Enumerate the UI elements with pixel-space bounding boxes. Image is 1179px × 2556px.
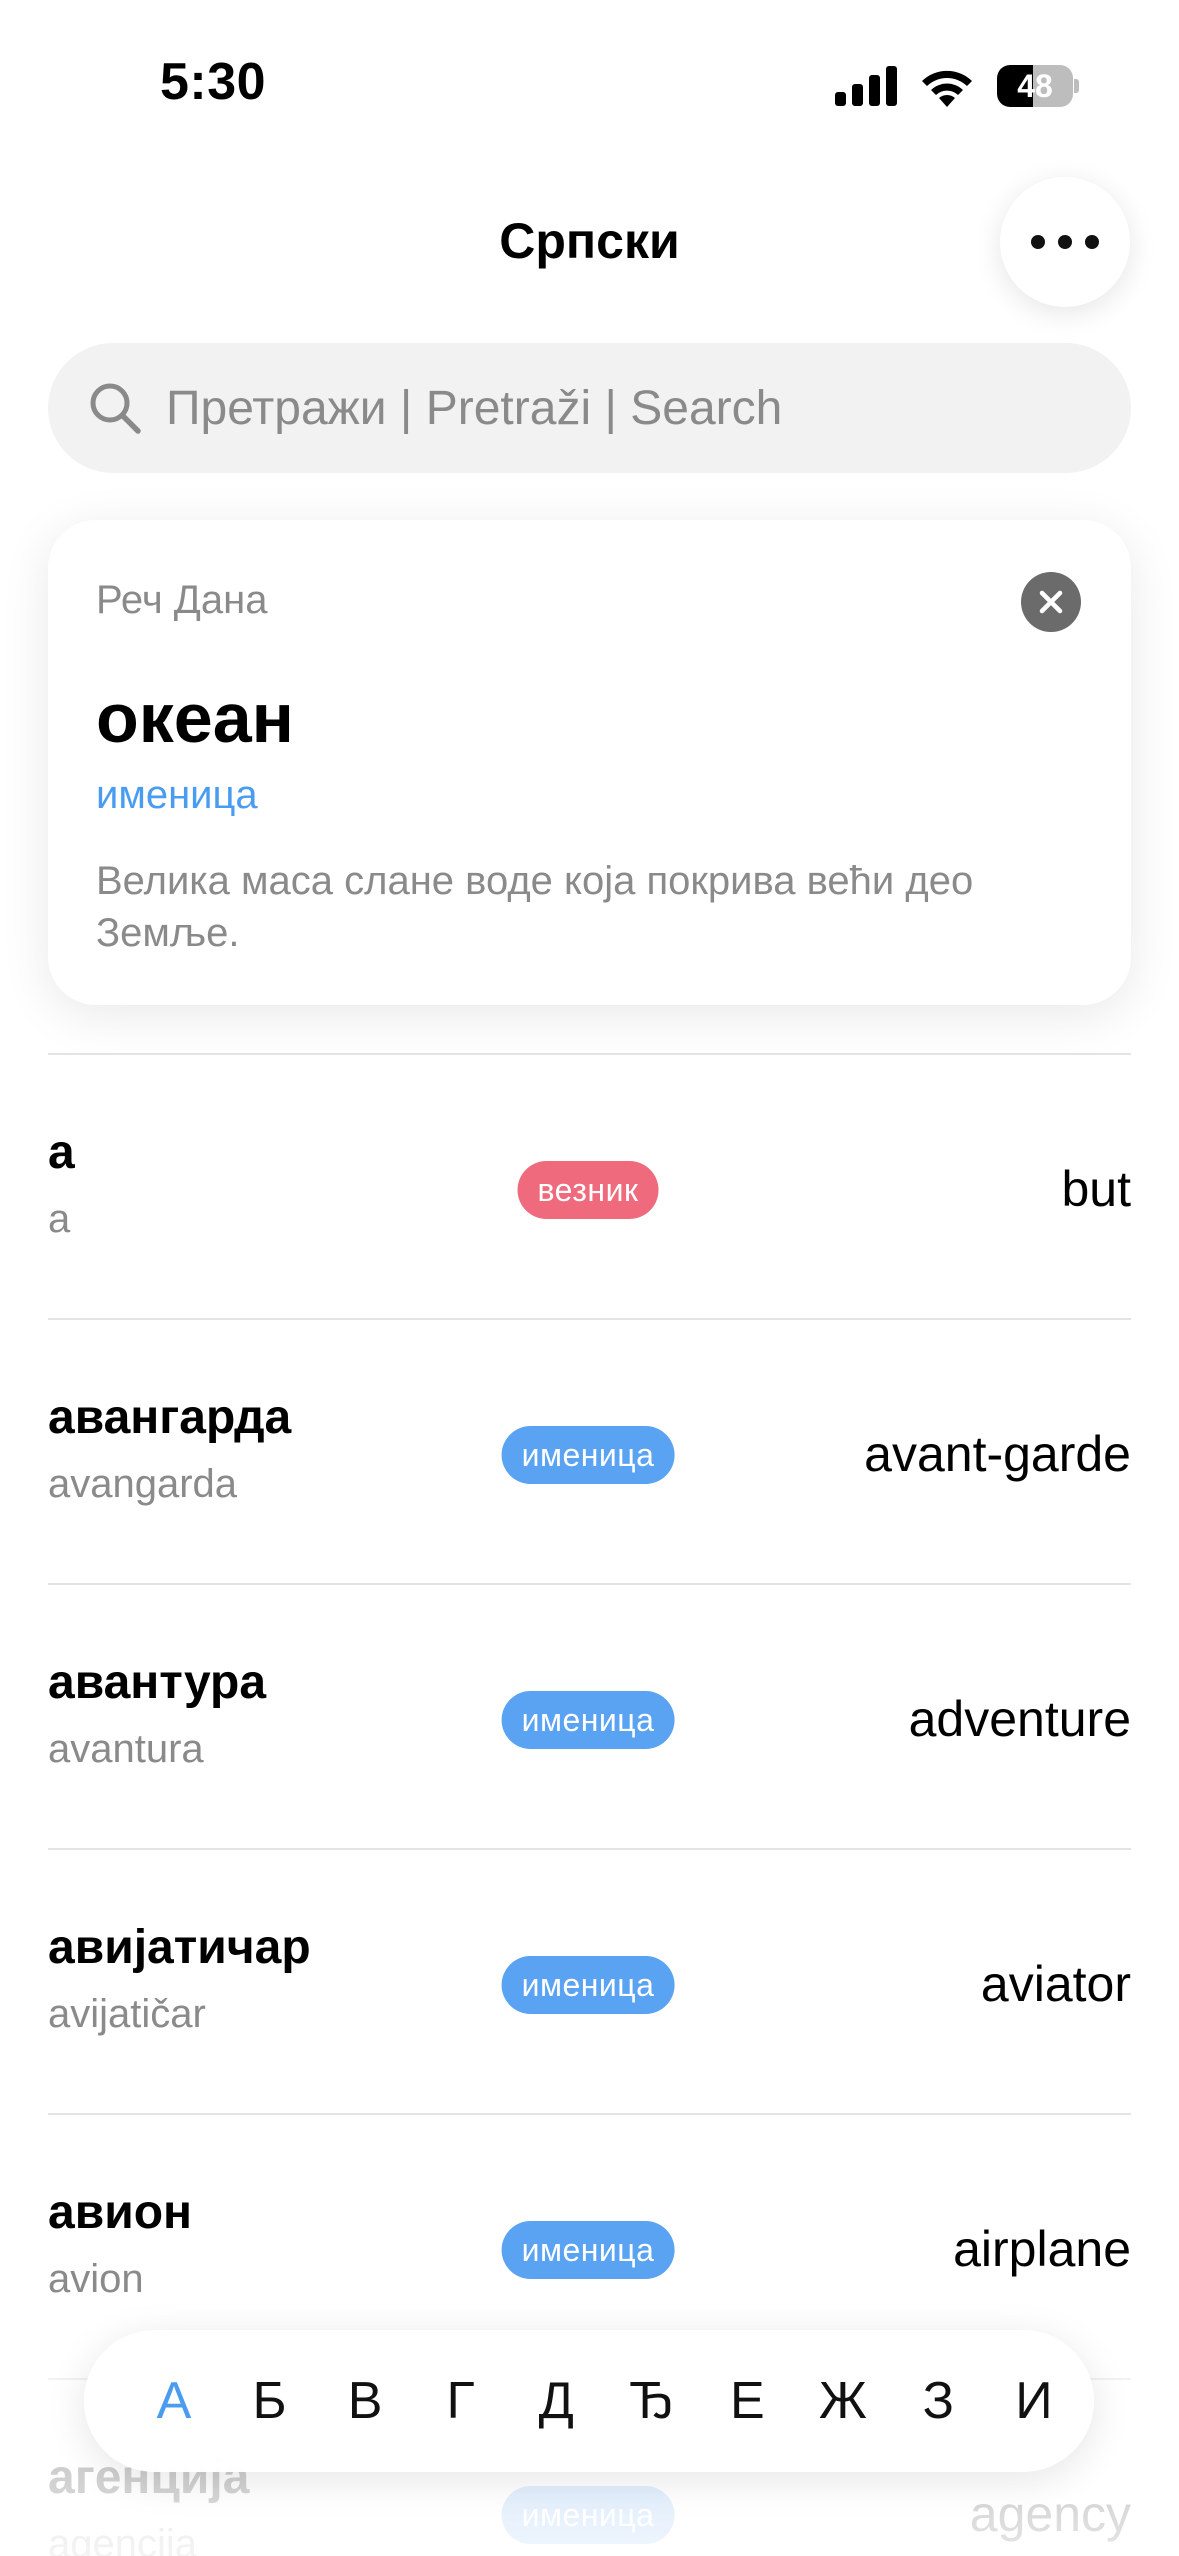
alphabet-letter-be[interactable]: Б	[240, 2371, 300, 2431]
alphabet-letter-a[interactable]: А	[144, 2371, 204, 2431]
search-input[interactable]	[166, 380, 1066, 436]
entry-word: а	[48, 1126, 75, 1179]
entry-translation: but	[1061, 1161, 1131, 1217]
list-item[interactable]: авантура avantura именица adventure	[48, 1583, 1131, 1848]
wifi-icon	[922, 70, 972, 107]
status-time: 5:30	[160, 53, 267, 111]
entry-word: авантура	[48, 1656, 267, 1709]
status-icons: 48	[835, 62, 1079, 110]
list-item[interactable]: авијатичар avijatičar именица aviator	[48, 1848, 1131, 2113]
more-dot-icon	[1058, 235, 1072, 249]
list-item[interactable]: авангарда avangarda именица avant-garde	[48, 1318, 1131, 1583]
entry-translation: agency	[969, 2486, 1131, 2542]
more-dot-icon	[1085, 235, 1099, 249]
close-button[interactable]	[1021, 572, 1081, 632]
word-of-day-word: океан	[96, 679, 294, 757]
search-icon	[90, 383, 141, 434]
close-icon	[1039, 590, 1063, 614]
entry-word: авијатичар	[48, 1921, 311, 1974]
part-of-speech-badge: именица	[501, 1956, 675, 2014]
list-item[interactable]: а a везник but	[48, 1053, 1131, 1318]
battery-percentage: 48	[1017, 68, 1053, 104]
part-of-speech-badge: именица	[501, 1426, 675, 1484]
more-dot-icon	[1031, 235, 1045, 249]
part-of-speech-badge: везник	[517, 1161, 659, 1219]
status-bar: 5:30 48	[0, 0, 1179, 170]
alphabet-letter-e[interactable]: Е	[717, 2371, 777, 2431]
entry-word: авион	[48, 2186, 193, 2239]
alphabet-letter-ge[interactable]: Г	[431, 2371, 491, 2431]
alphabet-letter-zhe[interactable]: Ж	[813, 2371, 873, 2431]
entry-translation: adventure	[908, 1691, 1131, 1747]
alphabet-letter-dje[interactable]: Ђ	[622, 2371, 682, 2431]
word-of-day-card[interactable]: Реч Дана океан именица Велика маса слане…	[48, 520, 1131, 1005]
cellular-signal-icon	[835, 66, 897, 106]
entry-transliteration: a	[48, 1197, 71, 1241]
alphabet-index-bar: А Б В Г Д Ђ Е Ж З И	[84, 2330, 1094, 2472]
entry-transliteration: agencija	[48, 2522, 198, 2556]
entry-transliteration: avion	[48, 2257, 144, 2301]
entry-word: авангарда	[48, 1391, 292, 1444]
entry-transliteration: avijatičar	[48, 1992, 206, 2036]
entry-translation: airplane	[953, 2221, 1131, 2277]
word-of-day-definition: Велика маса слане воде која покрива већи…	[96, 859, 974, 955]
search-bar[interactable]	[48, 343, 1131, 473]
battery-icon: 48	[997, 65, 1079, 107]
word-of-day-label: Реч Дана	[96, 578, 268, 622]
word-of-day-part-of-speech: именица	[96, 773, 258, 817]
alphabet-letter-de[interactable]: Д	[526, 2371, 586, 2431]
alphabet-letter-i[interactable]: И	[1004, 2371, 1064, 2431]
alphabet-letter-ze[interactable]: З	[908, 2371, 968, 2431]
screen: 5:30 48 Српски Претражи | Pretraži | Sea…	[0, 0, 1179, 2556]
part-of-speech-badge: именица	[501, 2486, 675, 2544]
entry-translation: aviator	[980, 1956, 1131, 2012]
part-of-speech-badge: именица	[501, 1691, 675, 1749]
part-of-speech-badge: именица	[501, 2221, 675, 2279]
more-options-button[interactable]	[1000, 177, 1130, 307]
alphabet-letter-ve[interactable]: В	[335, 2371, 395, 2431]
entry-translation: avant-garde	[864, 1426, 1131, 1482]
entry-transliteration: avangarda	[48, 1462, 238, 1506]
entry-transliteration: avantura	[48, 1727, 204, 1771]
